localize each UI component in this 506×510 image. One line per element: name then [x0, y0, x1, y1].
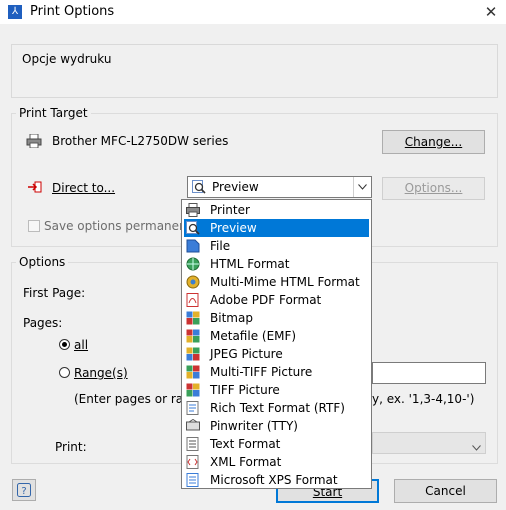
- direct-to-value: Preview: [212, 180, 259, 194]
- dropdown-item-preview[interactable]: Preview: [184, 219, 369, 237]
- save-options-checkbox[interactable]: [28, 220, 40, 232]
- window-title: Print Options: [30, 4, 115, 19]
- dropdown-item-label: Multi-TIFF Picture: [210, 365, 313, 379]
- tiff-icon: [186, 383, 200, 397]
- dropdown-item-microsoft-xps-format[interactable]: Microsoft XPS Format: [184, 471, 369, 489]
- all-pages-label: all: [74, 338, 88, 352]
- help-button[interactable]: ?: [12, 479, 36, 501]
- html-icon: [186, 257, 200, 271]
- dropdown-item-label: File: [210, 239, 231, 253]
- dropdown-item-label: Metafile (EMF): [210, 329, 297, 343]
- description-panel: Opcje wydruku: [11, 44, 498, 98]
- dropdown-item-label: Microsoft XPS Format: [210, 473, 338, 487]
- jpeg-icon: [186, 347, 200, 361]
- printer-icon: [26, 133, 42, 149]
- dropdown-item-label: XML Format: [210, 455, 282, 469]
- chevron-down-icon: [472, 440, 481, 454]
- multi-tiff-icon: [186, 365, 200, 379]
- dropdown-item-label: Multi-Mime HTML Format: [210, 275, 360, 289]
- file-icon: [186, 239, 200, 253]
- options-label: Options: [16, 255, 69, 269]
- all-pages-radio[interactable]: [59, 339, 70, 350]
- bitmap-icon: [186, 311, 200, 325]
- mime-html-icon: [186, 275, 200, 289]
- dropdown-item-tiff-picture[interactable]: TIFF Picture: [184, 381, 369, 399]
- preview-icon: [192, 180, 206, 194]
- export-icon: [28, 181, 42, 193]
- range-label-text: Range(s): [74, 366, 128, 380]
- dropdown-item-printer[interactable]: Printer: [184, 201, 369, 219]
- xml-icon: [186, 455, 200, 469]
- dropdown-item-label: Preview: [210, 221, 257, 235]
- printer-icon: [186, 203, 200, 217]
- change-button[interactable]: Change...: [382, 130, 485, 154]
- direct-to-select[interactable]: Preview: [187, 176, 372, 198]
- print-label: Print:: [55, 440, 87, 454]
- pages-label: Pages:: [23, 316, 63, 330]
- rtf-icon: [186, 401, 200, 415]
- metafile-icon: [186, 329, 200, 343]
- dropdown-item-label: HTML Format: [210, 257, 290, 271]
- pdf-icon: [186, 293, 200, 307]
- radio-dot: [62, 342, 67, 347]
- dropdown-item-label: Pinwriter (TTY): [210, 419, 298, 433]
- options-button[interactable]: Options...: [382, 177, 485, 200]
- preview-icon: [186, 221, 200, 235]
- direct-to-dropdown-list: Printer Preview File HTML Format Multi-Mime …: [181, 199, 372, 489]
- dropdown-item-label: TIFF Picture: [210, 383, 280, 397]
- options-button-label: Options...: [404, 181, 463, 195]
- xps-icon: [186, 473, 200, 487]
- range-hint-end: y, ex. '1,3-4,10-'): [372, 392, 475, 406]
- dropdown-item-pinwriter-tty[interactable]: Pinwriter (TTY): [184, 417, 369, 435]
- dropdown-item-multi-mime-html-format[interactable]: Multi-Mime HTML Format: [184, 273, 369, 291]
- range-radio[interactable]: [59, 367, 70, 378]
- range-input[interactable]: [372, 362, 486, 384]
- dropdown-item-label: Printer: [210, 203, 250, 217]
- printer-name: Brother MFC-L2750DW series: [52, 134, 229, 148]
- description-text: Opcje wydruku: [22, 52, 112, 66]
- pinwriter-icon: [186, 418, 200, 433]
- dropdown-item-file[interactable]: File: [184, 237, 369, 255]
- all-pages-label-text: all: [74, 338, 89, 352]
- dropdown-item-label: JPEG Picture: [210, 347, 283, 361]
- dropdown-item-bitmap[interactable]: Bitmap: [184, 309, 369, 327]
- cancel-button[interactable]: Cancel: [394, 479, 497, 503]
- dropdown-item-multi-tiff-picture[interactable]: Multi-TIFF Picture: [184, 363, 369, 381]
- text-icon: [186, 437, 200, 451]
- dropdown-item-text-format[interactable]: Text Format: [184, 435, 369, 453]
- close-icon[interactable]: ✕: [476, 0, 506, 24]
- print-target-label: Print Target: [16, 106, 91, 120]
- chevron-down-icon[interactable]: [353, 177, 371, 197]
- dropdown-item-html-format[interactable]: HTML Format: [184, 255, 369, 273]
- dropdown-item-label: Text Format: [210, 437, 281, 451]
- print-select[interactable]: [372, 432, 486, 454]
- change-button-label: Change...: [404, 135, 463, 149]
- dropdown-item-jpeg-picture[interactable]: JPEG Picture: [184, 345, 369, 363]
- dropdown-item-label: Bitmap: [210, 311, 253, 325]
- dropdown-item-label: Rich Text Format (RTF): [210, 401, 345, 415]
- direct-to-label-text: Direct to...: [52, 181, 116, 195]
- pdf-app-icon: ⅄: [8, 5, 22, 19]
- svg-text:?: ?: [21, 486, 26, 497]
- range-label: Range(s): [74, 366, 128, 380]
- dropdown-item-rich-text-format-rtf[interactable]: Rich Text Format (RTF): [184, 399, 369, 417]
- dropdown-item-metafile-emf[interactable]: Metafile (EMF): [184, 327, 369, 345]
- dropdown-item-label: Adobe PDF Format: [210, 293, 322, 307]
- help-icon: ?: [17, 483, 31, 497]
- direct-to-label: Direct to...: [52, 181, 115, 195]
- dropdown-item-xml-format[interactable]: XML Format: [184, 453, 369, 471]
- save-options-label: Save options permanently: [44, 219, 202, 233]
- title-bar: ⅄ Print Options ✕: [0, 0, 506, 24]
- dropdown-item-adobe-pdf-format[interactable]: Adobe PDF Format: [184, 291, 369, 309]
- first-page-label: First Page:: [23, 286, 86, 300]
- cancel-button-label: Cancel: [425, 484, 466, 498]
